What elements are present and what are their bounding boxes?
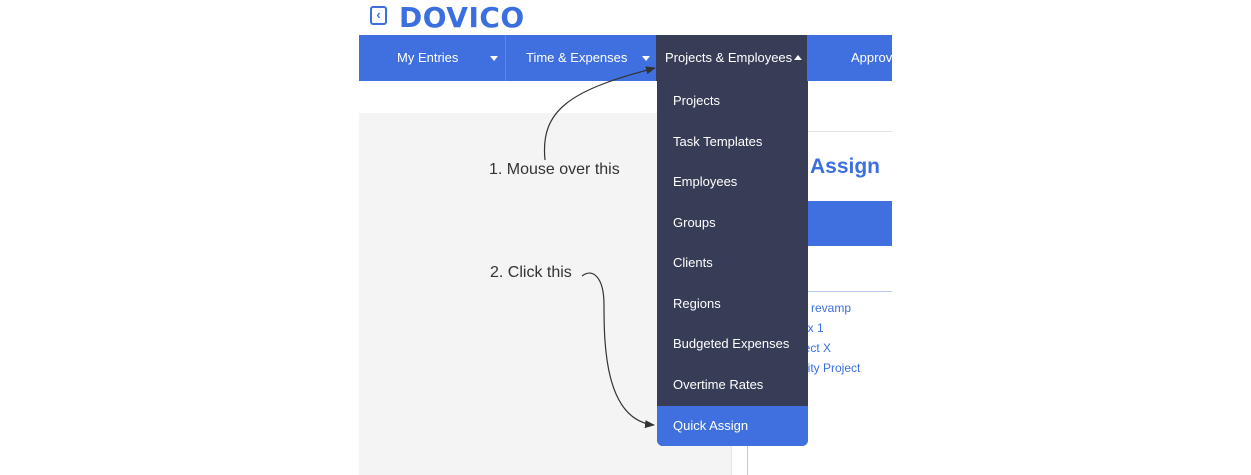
arrow-to-quick-assign: [581, 272, 655, 429]
annotation-arrows: [543, 66, 656, 429]
arrow-to-nav: [543, 66, 656, 161]
